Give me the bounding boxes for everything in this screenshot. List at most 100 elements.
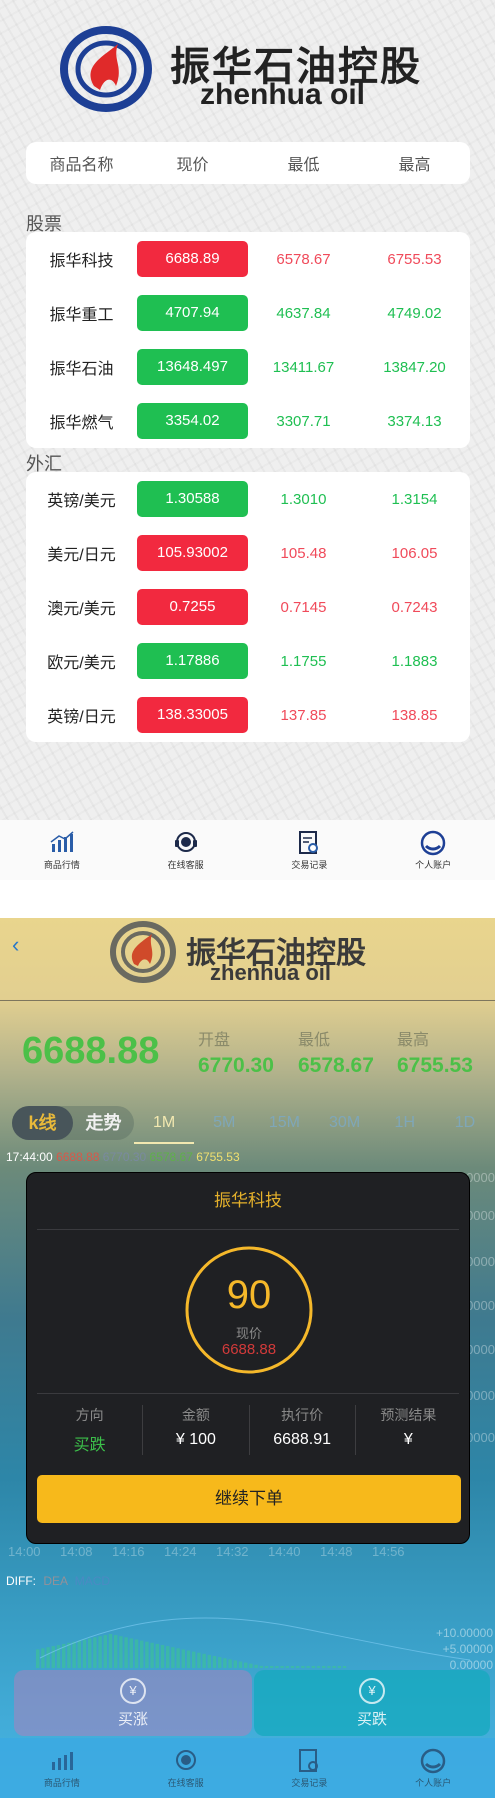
period-1d[interactable]: 1D: [435, 1106, 495, 1144]
macd-bar: [98, 1636, 102, 1668]
direction-value: 买跌: [73, 1437, 106, 1454]
macd-bar: [327, 1666, 331, 1668]
period-30m[interactable]: 30M: [315, 1106, 375, 1144]
y-axis-label: 0000: [466, 1208, 495, 1223]
item-name: 振华燃气: [49, 415, 114, 432]
current-price: 6688.88: [22, 1030, 160, 1072]
period-1h[interactable]: 1H: [375, 1106, 435, 1144]
macd-bar: [218, 1657, 222, 1668]
list-item[interactable]: 振华石油 13648.497 13411.67 13847.20: [26, 340, 470, 394]
y-axis-label: 0000: [466, 1254, 495, 1269]
market-list-screen: 振华石油控股 zhenhua oil 商品名称 现价 最低 最高 股票 振华科技…: [0, 0, 495, 880]
tab-service-label: 在线客服: [167, 859, 204, 870]
buy-down-button[interactable]: ¥ 买跌: [254, 1670, 490, 1736]
tab-market[interactable]: 商品行情: [0, 820, 124, 880]
period-15m[interactable]: 15M: [254, 1106, 314, 1144]
open-value: 6770.30: [198, 1054, 274, 1077]
order-modal: 振华科技 90 现价 6688.88 方向 买跌 金额 ¥ 100 执行价 66…: [26, 1172, 470, 1544]
item-name: 美元/日元: [47, 547, 116, 564]
buy-up-button[interactable]: ¥ 买涨: [14, 1670, 252, 1736]
macd-bar: [306, 1666, 310, 1668]
macd-bar: [114, 1635, 118, 1668]
amount-cell: 金额 ¥ 100: [143, 1405, 250, 1455]
macd-bar: [82, 1639, 87, 1668]
back-chevron-icon[interactable]: ‹: [12, 932, 19, 958]
brand-name-en: zhenhua oil: [200, 78, 365, 111]
price-badge: 6688.89: [137, 241, 248, 277]
continue-order-button[interactable]: 继续下单: [37, 1475, 461, 1523]
tab-records[interactable]: 交易记录: [248, 1738, 372, 1798]
x-axis-label: 14:24: [164, 1544, 197, 1559]
macd-bar: [233, 1660, 237, 1668]
macd-bar: [67, 1642, 71, 1668]
list-item[interactable]: 美元/日元 105.93002 105.48 106.05: [26, 526, 470, 580]
amount-value: ¥ 100: [175, 1431, 216, 1448]
quote-time: 17:44:00: [6, 1150, 53, 1164]
open-label: 开盘: [198, 1032, 231, 1049]
tab-records-label: 交易记录: [291, 1777, 328, 1788]
list-item[interactable]: 振华重工 4707.94 4637.84 4749.02: [26, 286, 470, 340]
tab-account[interactable]: 个人账户: [371, 1738, 495, 1798]
list-item[interactable]: 欧元/美元 1.17886 1.1755 1.1883: [26, 634, 470, 688]
macd-bar: [155, 1643, 159, 1668]
macd-bar: [197, 1652, 201, 1668]
item-low: 13411.67: [272, 358, 335, 376]
period-5m[interactable]: 5M: [194, 1106, 254, 1144]
macd-bar: [207, 1654, 211, 1668]
macd-bar: [124, 1637, 128, 1668]
list-item[interactable]: 英镑/日元 138.33005 137.85 138.85: [26, 688, 470, 742]
tab-account-label: 个人账户: [415, 1777, 452, 1788]
list-item[interactable]: 振华科技 6688.89 6578.67 6755.53: [26, 232, 470, 286]
macd-bar: [134, 1639, 139, 1668]
tab-service[interactable]: 在线客服: [124, 820, 248, 880]
exec-price-label: 执行价: [281, 1407, 324, 1423]
macd-bar: [238, 1661, 243, 1668]
list-item[interactable]: 振华燃气 3354.02 3307.71 3374.13: [26, 394, 470, 448]
macd-bar: [342, 1666, 347, 1668]
zhenhua-logo-icon: [110, 921, 176, 983]
tab-market[interactable]: 商品行情: [0, 1738, 124, 1798]
col-high: 最高: [398, 157, 431, 174]
list-item[interactable]: 澳元/美元 0.7255 0.7145 0.7243: [26, 580, 470, 634]
item-high: 1.1883: [391, 652, 438, 670]
macd-bar: [181, 1649, 185, 1668]
tab-market-label: 商品行情: [43, 1777, 80, 1788]
result-cell: 预测结果 ¥: [356, 1405, 461, 1455]
item-low: 137.85: [280, 706, 327, 724]
price-badge: 1.30588: [137, 481, 248, 517]
exec-price-cell: 执行价 6688.91: [250, 1405, 356, 1455]
macd-label: MACD: [74, 1574, 111, 1588]
period-1m[interactable]: 1M: [134, 1106, 195, 1144]
tab-service[interactable]: 在线客服: [124, 1738, 248, 1798]
document-search-icon: [299, 1748, 319, 1772]
list-item[interactable]: 英镑/美元 1.30588 1.3010 1.3154: [26, 472, 470, 526]
tab-account[interactable]: 个人账户: [371, 820, 495, 880]
high-value: 6755.53: [397, 1054, 473, 1077]
item-low: 3307.71: [276, 412, 331, 430]
macd-bar: [202, 1653, 206, 1668]
macd-bar: [254, 1664, 258, 1668]
tab-records[interactable]: 交易记录: [248, 820, 372, 880]
macd-bar: [103, 1635, 107, 1668]
col-low: 最低: [287, 157, 320, 174]
y-axis-label: 0000: [466, 1170, 495, 1185]
item-price-cell: 138.33005: [137, 697, 248, 733]
item-high: 6755.53: [387, 250, 442, 268]
modal-title: 振华科技: [214, 1191, 282, 1210]
macd-bar: [171, 1647, 175, 1668]
macd-bar: [259, 1665, 263, 1668]
chart-mode-toggle: k线 走势: [12, 1106, 134, 1140]
quote-current: 6688.88: [56, 1150, 100, 1164]
mode-kline[interactable]: k线: [12, 1106, 73, 1140]
macd-bar: [285, 1666, 289, 1668]
mode-trend[interactable]: 走势: [73, 1106, 134, 1140]
macd-bar: [316, 1666, 321, 1668]
brand-name-en: zhenhua oil: [210, 960, 331, 985]
item-high: 3374.13: [387, 412, 442, 430]
buy-down-label: 买跌: [356, 1711, 387, 1728]
macd-bar: [160, 1645, 165, 1668]
result-label: 预测结果: [380, 1407, 437, 1423]
macd-bar: [108, 1634, 113, 1668]
item-price-cell: 13648.497: [137, 349, 248, 385]
item-price-cell: 4707.94: [137, 295, 248, 331]
